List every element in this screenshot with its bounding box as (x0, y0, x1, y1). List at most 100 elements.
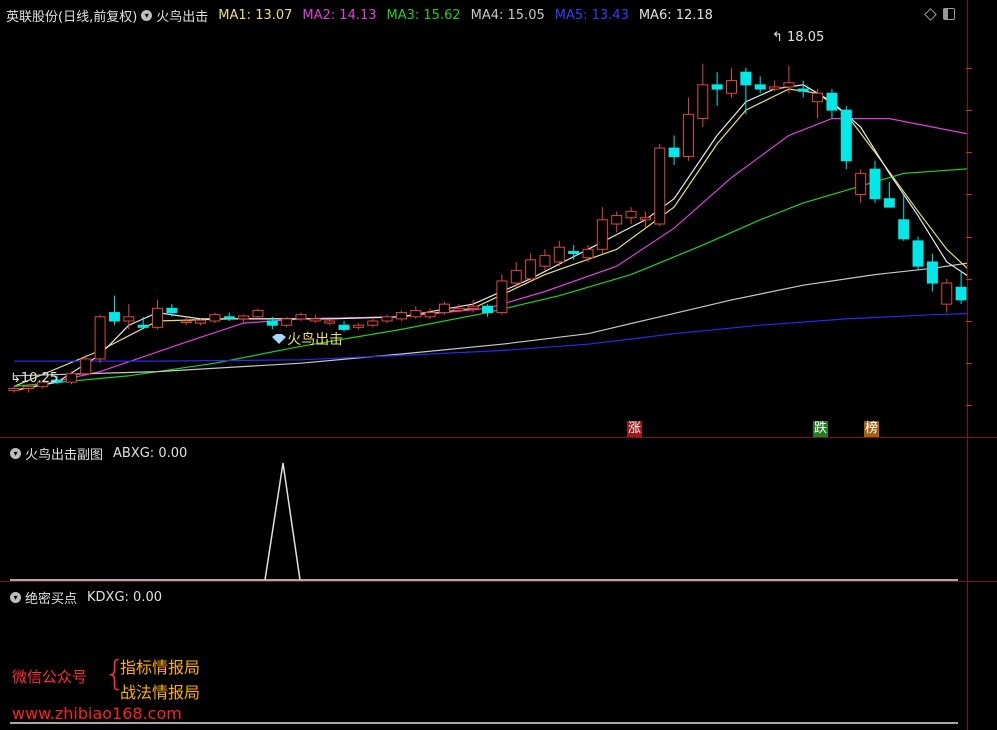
watermark-line1: 指标情报局 (120, 658, 201, 677)
wechat-label: 微信公众号 (12, 668, 88, 686)
candle-body (309, 318, 321, 322)
candle[interactable] (238, 314, 250, 324)
candle[interactable] (324, 318, 336, 326)
abxg-spike (264, 462, 301, 581)
candle-body (94, 316, 106, 360)
candle-body (8, 387, 20, 392)
candle[interactable] (137, 316, 149, 330)
candle[interactable] (209, 312, 221, 324)
candle-body (869, 168, 881, 200)
candle[interactable] (309, 314, 321, 324)
candle[interactable] (855, 169, 867, 203)
candle[interactable] (65, 371, 77, 385)
axis-tick (966, 405, 972, 407)
candle[interactable] (195, 318, 207, 326)
candle-body (625, 210, 637, 219)
candle[interactable] (223, 312, 235, 321)
candle[interactable] (955, 270, 967, 305)
candle[interactable] (252, 308, 264, 319)
candle[interactable] (840, 105, 852, 170)
candle-body (496, 280, 508, 314)
candle[interactable] (367, 318, 379, 328)
candle[interactable] (108, 295, 120, 326)
candle-body (955, 286, 967, 301)
candle[interactable] (797, 80, 809, 98)
sub-chart-1-panel[interactable]: ▾ 火鸟出击副图 ABXG: 0.00 (0, 438, 997, 582)
candle[interactable] (812, 89, 824, 119)
bang-marker: 榜 (864, 421, 880, 437)
candle[interactable] (152, 299, 163, 330)
watermark-url: www.zhibiao168.com (12, 704, 182, 723)
candle-body (668, 147, 680, 158)
candle[interactable] (668, 135, 680, 165)
candle[interactable] (697, 63, 709, 127)
candle[interactable] (8, 386, 20, 393)
candle[interactable] (654, 143, 666, 227)
axis-tick (966, 363, 972, 365)
zhang-marker: 涨 (627, 421, 643, 437)
candle-body (137, 324, 149, 328)
candle-body (453, 307, 465, 311)
die-marker: 跌 (813, 421, 829, 437)
candle[interactable] (539, 249, 551, 271)
candle[interactable] (496, 274, 508, 315)
candle[interactable] (754, 76, 766, 94)
candle-body (726, 80, 737, 94)
candle[interactable] (525, 253, 537, 281)
candle[interactable] (826, 89, 838, 119)
candle[interactable] (769, 80, 781, 92)
ma-line-ma1 (13, 88, 967, 387)
candle[interactable] (941, 278, 953, 313)
candle[interactable] (883, 181, 895, 208)
candle[interactable] (898, 194, 910, 241)
candle[interactable] (711, 72, 723, 106)
candle[interactable] (482, 304, 494, 317)
candle[interactable] (424, 308, 436, 319)
axis-tick (966, 236, 972, 238)
candle-body (912, 240, 924, 267)
candle-body (324, 320, 336, 324)
candle-body (840, 109, 852, 162)
candle[interactable] (510, 261, 522, 288)
axis-tick (966, 321, 972, 322)
candle[interactable] (123, 304, 135, 330)
candle[interactable] (611, 211, 623, 233)
candle-body (855, 172, 867, 195)
candle[interactable] (926, 253, 938, 292)
candle-body (252, 309, 264, 318)
candle[interactable] (912, 236, 924, 271)
candle[interactable] (381, 314, 393, 324)
candle-body (352, 324, 364, 328)
candle[interactable] (682, 97, 694, 161)
candle[interactable] (94, 314, 106, 364)
candle[interactable] (395, 310, 407, 321)
candle[interactable] (869, 160, 881, 203)
candle[interactable] (596, 207, 608, 254)
candle[interactable] (625, 207, 637, 224)
candlestick-chart[interactable] (0, 0, 967, 438)
candle[interactable] (410, 306, 422, 319)
sub-chart-2-panel[interactable]: ▾ 绝密买点 KDXG: 0.00 微信公众号 { 指标情报局 战法情报局 ww… (0, 582, 997, 730)
candle[interactable] (740, 67, 752, 115)
candle[interactable] (352, 323, 364, 330)
candle-body (639, 217, 651, 221)
candle-body (166, 307, 178, 314)
candle[interactable] (726, 67, 737, 98)
axis-tick (966, 194, 972, 196)
candle[interactable] (180, 316, 192, 326)
candle-body (195, 319, 207, 324)
high-price-value: 18.05 (787, 30, 825, 45)
candle[interactable] (439, 302, 450, 315)
candle-body (697, 84, 709, 120)
main-chart-panel[interactable]: 英联股份(日线,前复权) ▾ 火鸟出击 MA1: 13.07 MA2: 14.1… (0, 0, 997, 438)
candle-body (769, 86, 781, 90)
candle[interactable] (553, 240, 565, 267)
candle-body (682, 113, 694, 158)
candle[interactable] (568, 245, 580, 260)
candle-body (754, 84, 766, 90)
axis-tick (966, 67, 972, 69)
candle-body (711, 84, 723, 90)
candle-body (65, 373, 77, 383)
signal-marker: 火鸟出击 (272, 329, 343, 349)
candle-body (898, 219, 910, 240)
